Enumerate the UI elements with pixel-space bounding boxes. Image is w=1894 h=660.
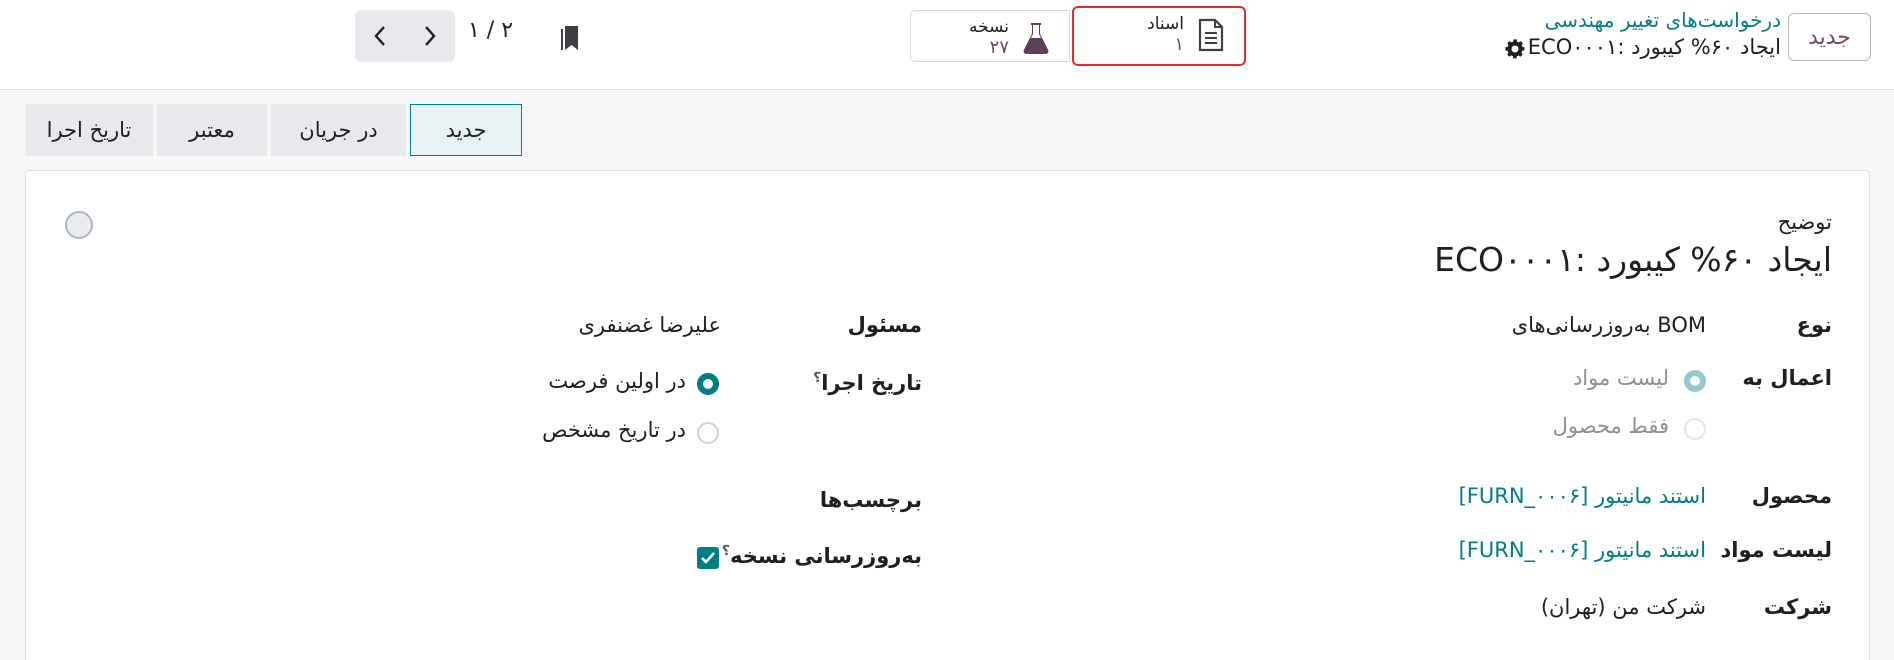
version-stat-button[interactable]: نسخه ۲۷ — [910, 10, 1070, 62]
pager-buttons — [355, 10, 455, 62]
effective-date-label: تاریخ اجرا؟ — [809, 370, 922, 395]
version-stat-value: ۲۷ — [989, 37, 1009, 58]
responsible-label: مسئول — [847, 313, 922, 337]
documents-stat-button[interactable]: اسناد ۱ — [1072, 6, 1246, 66]
stage-execution-date[interactable]: تاریخ اجرا — [25, 104, 153, 156]
documents-stat-label: اسناد — [1147, 14, 1184, 34]
effective-asap-label: در اولین فرصت — [548, 369, 686, 393]
checkmark-icon — [701, 552, 715, 564]
pager-previous-button[interactable] — [355, 10, 405, 62]
apply-on-bom-label: لیست مواد — [1572, 366, 1669, 390]
bom-field-link[interactable]: [FURN_۰۰۰۶] استند مانیتور — [1459, 538, 1706, 562]
priority-toggle[interactable] — [65, 211, 93, 239]
stage-in-progress[interactable]: در جریان — [271, 104, 406, 156]
bom-label: لیست مواد — [1720, 538, 1832, 562]
description-field[interactable]: ECO۰۰۰۱: ایجاد ۶۰% کیبورد — [1434, 240, 1832, 279]
version-stat-label: نسخه — [969, 17, 1009, 37]
type-label: نوع — [1796, 313, 1832, 337]
new-button[interactable]: جدید — [1788, 13, 1871, 61]
control-panel: جدید درخواست‌های تغییر مهندسی ECO۰۰۰۱: ا… — [0, 0, 1894, 90]
product-label: محصول — [1751, 484, 1832, 508]
version-update-label-text: به‌روزرسانی نسخه — [729, 544, 922, 568]
effective-at-date-radio[interactable] — [697, 422, 719, 444]
type-field[interactable]: به‌روزرسانی‌های BOM — [1512, 313, 1706, 337]
apply-on-product-label: فقط محصول — [1552, 414, 1669, 438]
version-update-checkbox[interactable] — [697, 547, 719, 569]
help-icon[interactable]: ؟ — [813, 370, 821, 386]
company-label: شرکت — [1763, 595, 1832, 619]
responsible-field[interactable]: علیرضا غضنفری — [579, 313, 722, 337]
tags-label: برچسب‌ها — [819, 488, 922, 512]
stage-valid[interactable]: معتبر — [157, 104, 267, 156]
product-field-link[interactable]: [FURN_۰۰۰۶] استند مانیتور — [1459, 484, 1706, 508]
stage-new[interactable]: جدید — [410, 104, 522, 156]
chevron-right-icon — [425, 26, 436, 46]
gear-icon[interactable] — [1503, 37, 1527, 61]
flask-icon — [1023, 23, 1049, 54]
chevron-left-icon — [374, 26, 385, 46]
description-label: توضیح — [1777, 210, 1832, 234]
breadcrumb-parent-link[interactable]: درخواست‌های تغییر مهندسی — [1545, 8, 1781, 32]
documents-stat-value: ۱ — [1174, 34, 1184, 55]
bookmark-icon[interactable] — [559, 24, 581, 52]
effective-date-label-text: تاریخ اجرا — [821, 371, 922, 395]
pager-value[interactable]: ۱ / ۲ — [468, 18, 513, 43]
effective-at-date-label: در تاریخ مشخص — [542, 418, 686, 442]
help-icon[interactable]: ؟ — [722, 543, 730, 559]
apply-on-product-radio[interactable] — [1684, 418, 1706, 440]
apply-on-bom-radio[interactable] — [1684, 370, 1706, 392]
company-field[interactable]: شرکت من (تهران) — [1541, 595, 1706, 619]
effective-asap-radio[interactable] — [697, 373, 719, 395]
pager-next-button[interactable] — [405, 10, 455, 62]
version-update-label: به‌روزرسانی نسخه؟ — [718, 543, 922, 568]
document-icon — [1198, 18, 1224, 52]
apply-on-label: اعمال به — [1742, 366, 1832, 390]
breadcrumb-current-record: ECO۰۰۰۱: ایجاد ۶۰% کیبورد — [1527, 35, 1781, 59]
